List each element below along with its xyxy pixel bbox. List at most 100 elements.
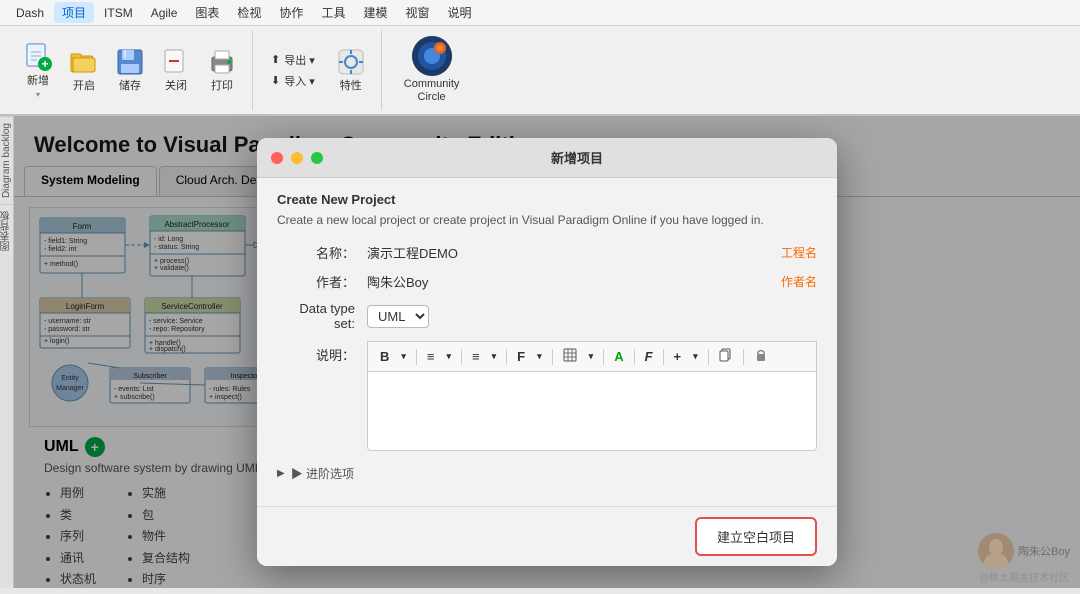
advanced-label: ▶ 进阶选项 [291,465,354,482]
menu-tools[interactable]: 工具 [313,2,353,23]
menu-bar: Dash 项目 ITSM Agile 图表 检视 协作 工具 建模 视窗 说明 [0,0,1080,26]
sep1 [416,349,417,365]
sep4 [552,349,553,365]
menu-diagram[interactable]: 图表 [187,2,227,23]
watermark-inner: 陶朱公Boy @稀土掘金技术社区 [978,533,1070,584]
menu-dash[interactable]: Dash [8,4,52,22]
menu-project[interactable]: 项目 [54,2,94,23]
svg-text:+: + [41,57,48,71]
menu-itsm[interactable]: ITSM [96,4,141,22]
desc-label: 说明： [277,341,367,364]
sep2 [461,349,462,365]
form-datatype-row: Data type set: UML [277,301,817,331]
print-button[interactable]: 打印 [200,36,244,104]
open-icon [68,46,100,78]
close-label: 关闭 [165,80,187,93]
menu-agile[interactable]: Agile [143,4,186,22]
align-left-button[interactable]: ≡ [423,347,439,366]
sep7 [663,349,664,365]
menu-collab[interactable]: 协作 [271,2,311,23]
align-dropdown[interactable]: ▾ [443,349,456,364]
modal-body: Create New Project Create a new local pr… [257,178,837,506]
print-label: 打印 [211,80,233,93]
ribbon-group-io: ⬆ 导出 ▾ ⬇ 导入 ▾ [257,30,382,110]
traffic-light-green[interactable] [311,152,323,164]
io-buttons: ⬆ 导出 ▾ ⬇ 导入 ▾ [265,50,321,91]
table-button[interactable] [559,346,581,367]
ribbon: + 新增 ▾ 开启 [0,26,1080,116]
copy-button[interactable] [715,346,737,367]
modal-description: Create a new local project or create pro… [277,211,817,229]
desc-editor-container: B ▾ ≡ ▾ ≡ ▾ F ▾ [367,341,817,451]
community-circle-button[interactable]: CommunityCircle [394,30,470,110]
modal-footer: 建立空白项目 [257,506,837,566]
align-center-button[interactable]: ≡ [468,347,484,366]
new-button[interactable]: + 新增 ▾ [16,36,60,104]
open-button[interactable]: 开启 [62,36,106,104]
name-value[interactable]: 演示工程DEMO [367,243,765,262]
main-area: Diagram backlog 图表背板 Welcome to Visual P… [0,116,1080,588]
italic-button[interactable]: F [641,347,657,366]
modal-dialog: 新增项目 Create New Project Create a new loc… [257,138,837,566]
wm-avatar [978,533,1014,569]
special-label: 特性 [340,80,362,93]
form-name-row: 名称： 演示工程DEMO 工程名 [277,243,817,262]
sidebar-tab-backlog[interactable]: Diagram backlog [0,116,14,204]
color-button[interactable]: A [610,347,627,366]
traffic-light-red[interactable] [271,152,283,164]
add-dropdown[interactable]: ▾ [689,349,702,364]
sep6 [634,349,635,365]
datatype-select[interactable]: UML [367,305,429,328]
menu-inspect[interactable]: 检视 [229,2,269,23]
save-label: 储存 [119,80,141,93]
modal-section-title: Create New Project [277,192,817,207]
traffic-light-yellow[interactable] [291,152,303,164]
community-circle-icon [412,36,452,76]
advanced-arrow-icon: ▶ [277,468,285,479]
datatype-label: Data type set: [277,301,367,331]
name-label: 名称： [277,243,367,262]
bold-button[interactable]: B [376,347,393,366]
menu-build[interactable]: 建模 [355,2,395,23]
add-button[interactable]: + [670,347,686,366]
lock-button[interactable] [750,346,772,367]
form-desc-row: 说明： B ▾ ≡ ▾ ≡ ▾ [277,341,817,451]
import-button[interactable]: ⬇ 导入 ▾ [265,71,321,91]
table-dropdown[interactable]: ▾ [585,349,598,364]
menu-window[interactable]: 视窗 [397,2,437,23]
name-hint: 工程名 [781,244,817,261]
align-center-dropdown[interactable]: ▾ [488,349,501,364]
community-label: CommunityCircle [404,78,460,104]
author-hint: 作者名 [781,273,817,290]
advanced-options-toggle[interactable]: ▶ ▶ 进阶选项 [277,457,817,490]
editor-toolbar: B ▾ ≡ ▾ ≡ ▾ F ▾ [367,341,817,371]
save-icon [114,46,146,78]
author-value[interactable]: 陶朱公Boy [367,272,765,291]
new-label: 新增 [27,75,49,88]
author-label: 作者： [277,272,367,291]
bold-dropdown[interactable]: ▾ [397,349,410,364]
special-button[interactable]: 特性 [329,36,373,104]
font-dropdown[interactable]: ▾ [533,349,546,364]
font-button[interactable]: F [513,347,529,366]
import-label: 导入 ▾ [284,73,315,89]
menu-help[interactable]: 说明 [439,2,479,23]
wm-text: 陶朱公Boy [1018,543,1070,559]
left-sidebar: Diagram backlog 图表背板 [0,116,14,588]
sep8 [708,349,709,365]
export-button[interactable]: ⬆ 导出 ▾ [265,50,321,70]
create-project-button[interactable]: 建立空白项目 [695,517,817,556]
wm-community: @稀土掘金技术社区 [979,569,1069,584]
watermark: 陶朱公Boy @稀土掘金技术社区 [978,533,1070,584]
save-button[interactable]: 储存 [108,36,152,104]
modal-titlebar: 新增项目 [257,138,837,178]
sep9 [743,349,744,365]
ribbon-file-buttons: + 新增 ▾ 开启 [16,36,244,104]
print-icon [206,46,238,78]
editor-area[interactable] [367,371,817,451]
close-button[interactable]: 关闭 [154,36,198,104]
ribbon-group-file: + 新增 ▾ 开启 [8,30,253,110]
export-icon: ⬆ [271,53,280,66]
form-author-row: 作者： 陶朱公Boy 作者名 [277,272,817,291]
sep5 [603,349,604,365]
